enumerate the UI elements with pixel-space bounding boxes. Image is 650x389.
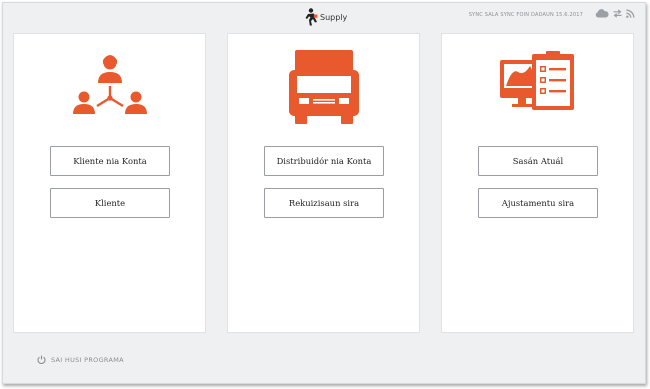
panel-distribuidor: Distribuidór nia Konta Rekuizisaun sira — [227, 33, 420, 333]
rss-icon[interactable] — [626, 9, 635, 18]
sasan-atual-button[interactable]: Sasán Atuál — [478, 146, 598, 176]
panel-kliente: Kliente nia Konta Kliente — [13, 33, 206, 333]
power-icon — [37, 355, 46, 364]
sync-status: SYNC SALA SYNC FOIN DADAUN 15.6.2017 — [468, 12, 583, 18]
cloud-icon[interactable] — [595, 8, 609, 18]
people-network-icon — [72, 55, 147, 114]
app-logo: Supply — [305, 7, 347, 27]
rekuizisaun-sira-button[interactable]: Rekuizisaun sira — [264, 188, 384, 218]
panel-sasan: Sasán Atuál Ajustamentu sira — [441, 33, 634, 333]
sync-arrows-icon[interactable] — [613, 9, 622, 18]
truck-icon — [288, 50, 359, 124]
distribuidor-nia-konta-button[interactable]: Distribuidór nia Konta — [264, 146, 384, 176]
kliente-button[interactable]: Kliente — [50, 188, 170, 218]
computer-clipboard-icon — [499, 51, 574, 110]
ajustamentu-sira-button[interactable]: Ajustamentu sira — [478, 188, 598, 218]
exit-label: SAI HUSI PROGRAMA — [51, 355, 124, 364]
header-bar: Supply SYNC SALA SYNC FOIN DADAUN 15.6.2… — [3, 3, 645, 31]
exit-program-link[interactable]: SAI HUSI PROGRAMA — [37, 355, 124, 364]
app-name: Supply — [320, 12, 348, 22]
kliente-nia-konta-button[interactable]: Kliente nia Konta — [50, 146, 170, 176]
runner-logo-icon — [305, 8, 318, 26]
app-window: Supply SYNC SALA SYNC FOIN DADAUN 15.6.2… — [2, 2, 646, 384]
